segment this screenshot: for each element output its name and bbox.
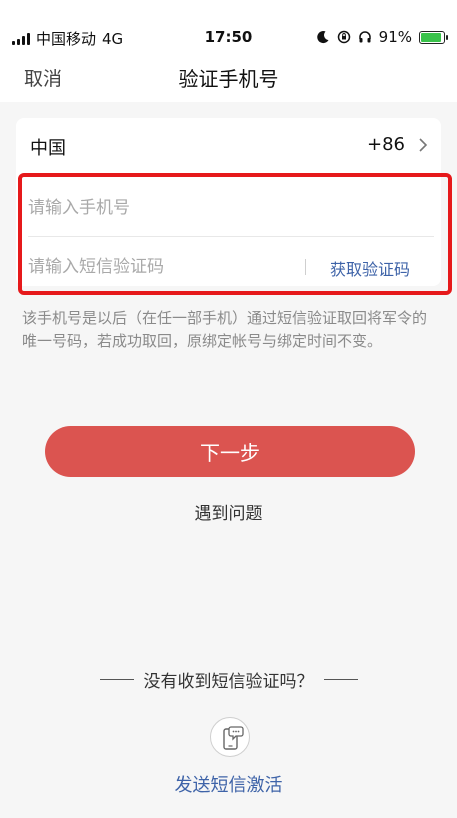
phone-input[interactable] [28,186,432,230]
country-selector[interactable]: 中国 +86 [16,118,441,174]
rotation-lock-icon [337,30,350,44]
chevron-right-icon [419,138,428,152]
sms-icon[interactable] [210,717,250,757]
dash-right [323,679,358,680]
moon-icon [316,31,329,44]
sms-code-input[interactable] [28,245,298,289]
status-bar: 中国移动 4G 17:50 91% [0,0,457,56]
next-step-button[interactable]: 下一步 [45,426,415,477]
nav-bar: 取消 验证手机号 [0,56,457,102]
dash-left [99,679,134,680]
headphones-icon [358,31,371,43]
get-code-button[interactable]: 获取验证码 [330,256,410,280]
battery-fill [421,32,442,42]
vertical-separator [305,259,306,275]
divider [28,236,434,237]
no-sms-section: 没有收到短信验证吗？ [0,667,457,692]
no-sms-text: 没有收到短信验证吗？ [143,672,314,692]
country-name: 中国 [30,138,66,159]
battery-percent: 91% [378,28,412,46]
country-code: +86 [367,134,405,155]
send-sms-link[interactable]: 发送短信激活 [0,771,457,797]
page-title: 验证手机号 [178,67,279,91]
status-right: 91% [316,28,448,46]
battery-icon [419,30,448,44]
hint-text: 该手机号是以后（在任一部手机）通过短信验证取回将军令的唯一号码，若成功取回，原绑… [22,309,428,350]
phone-message-icon [223,726,244,750]
problem-link[interactable]: 遇到问题 [0,499,457,524]
